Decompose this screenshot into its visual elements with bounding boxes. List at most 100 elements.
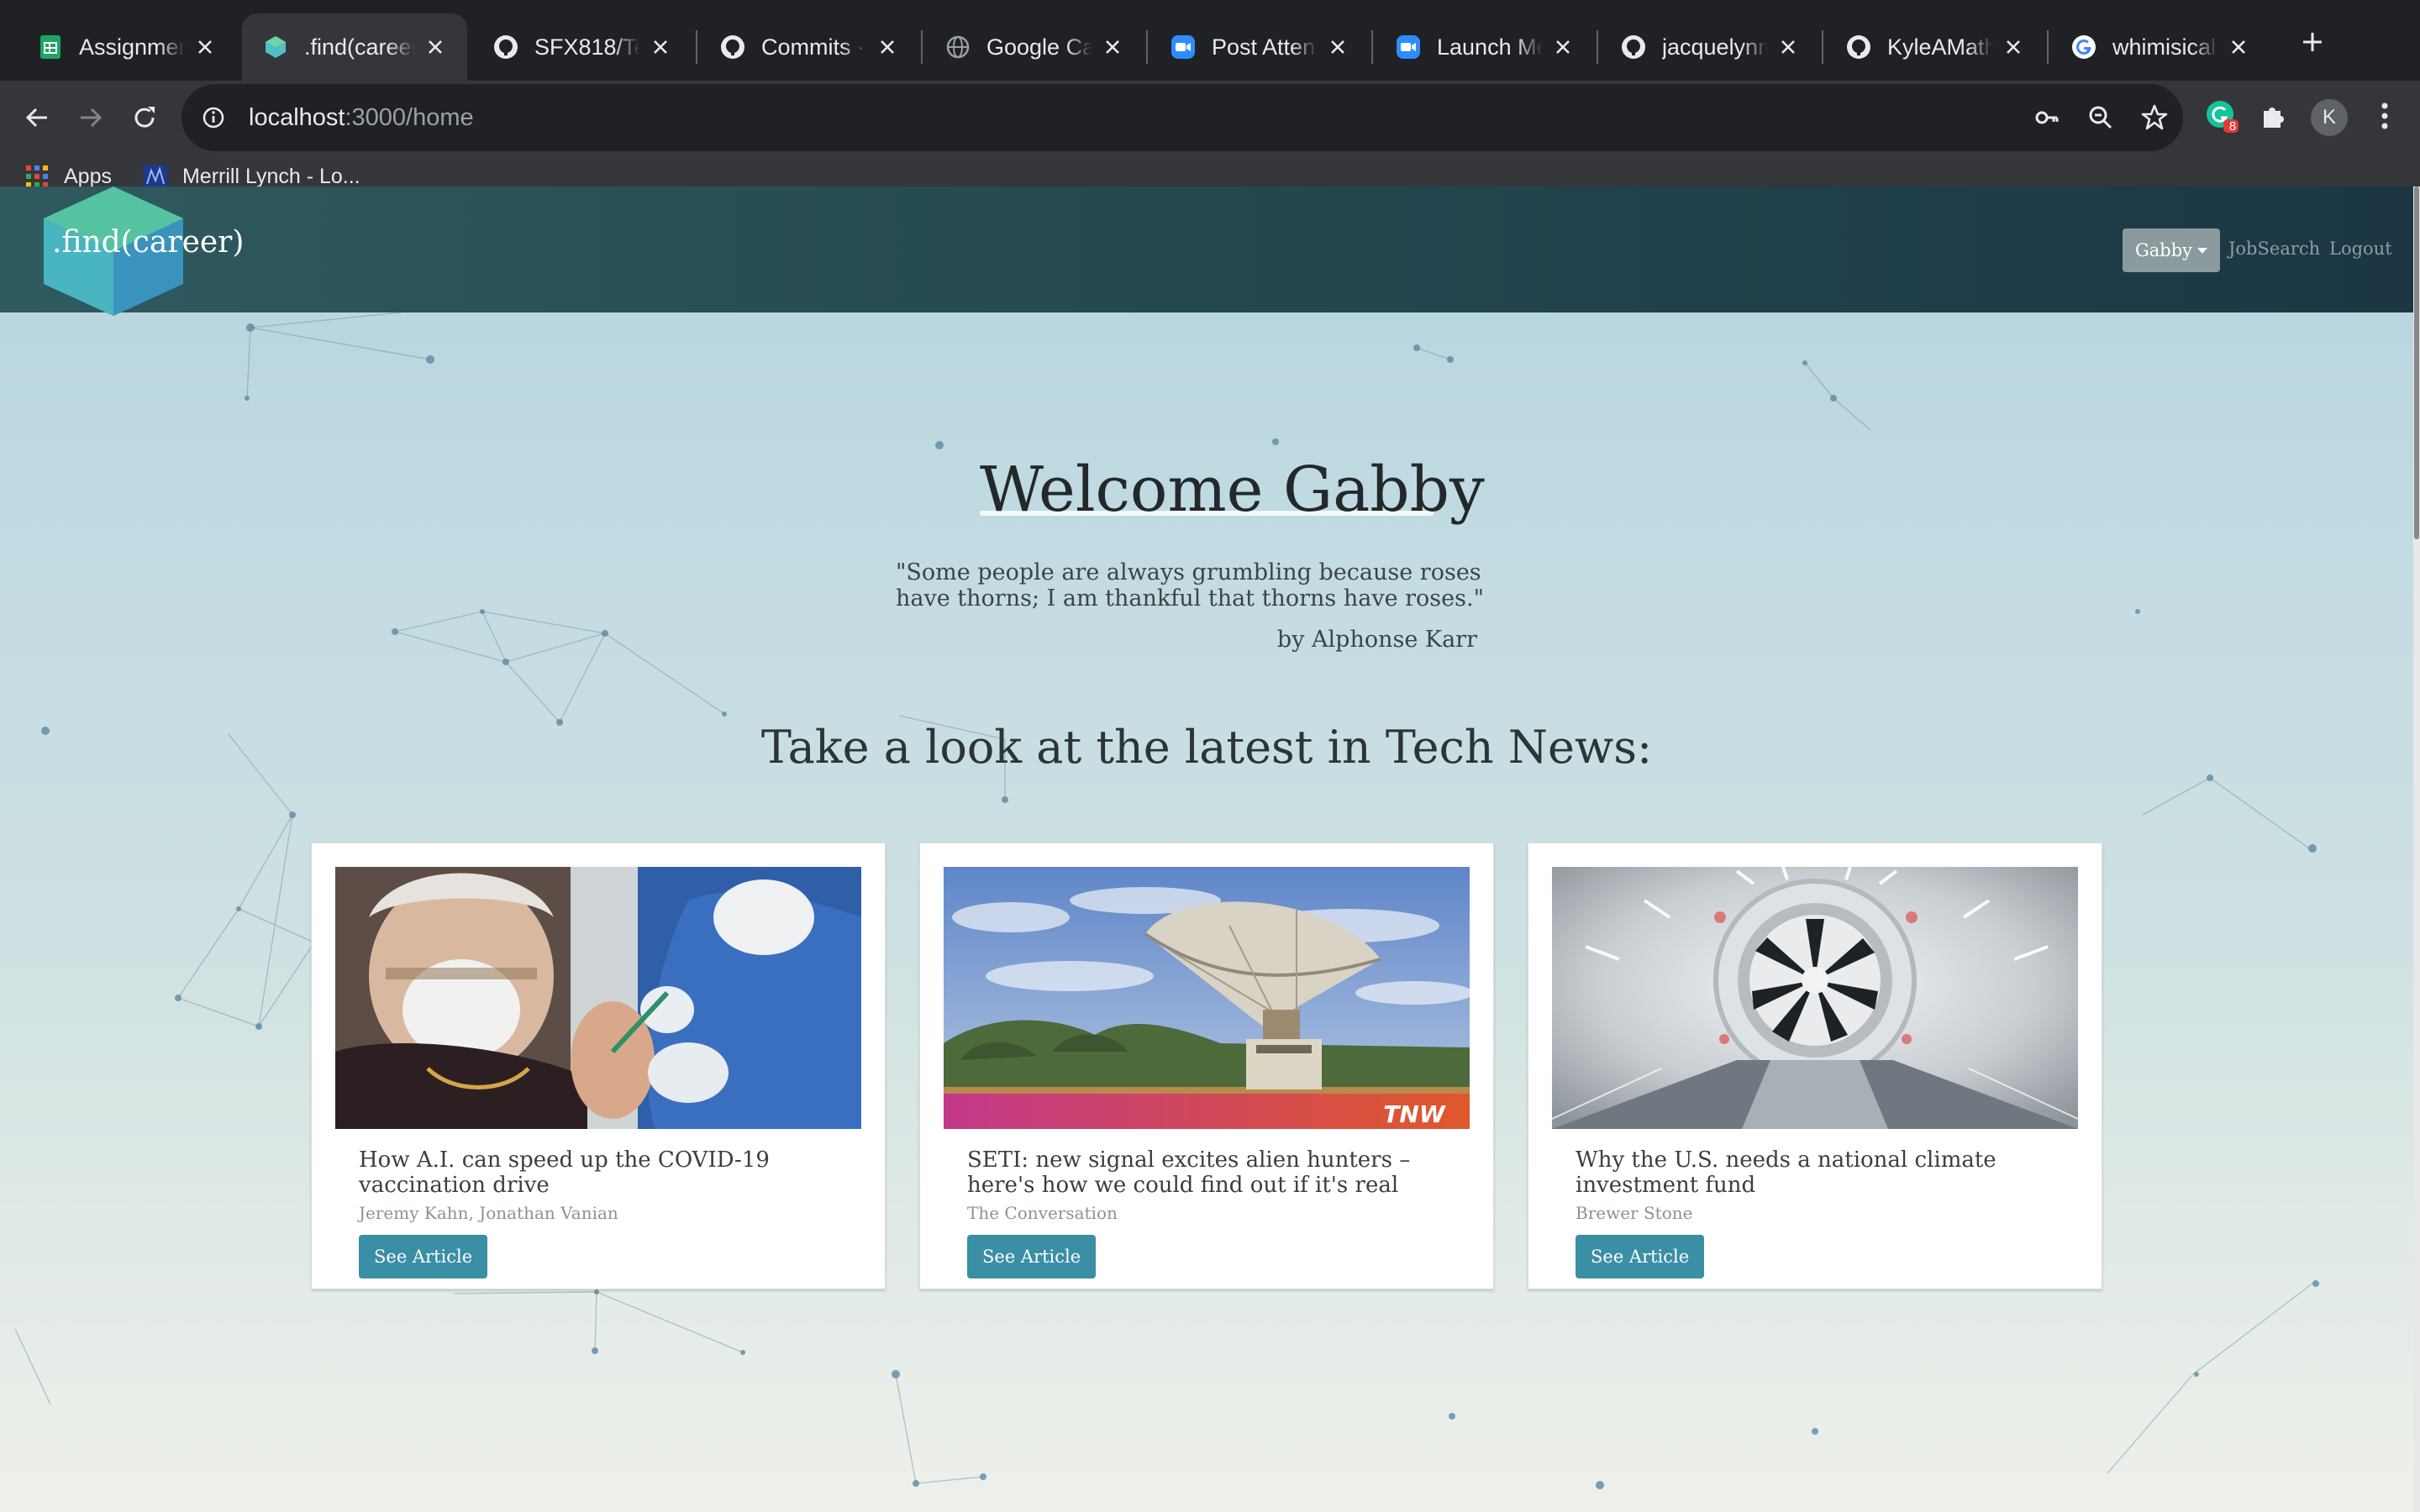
article-card: TNW SETI: new signal excites alien hunte… (919, 843, 1494, 1289)
tab-assignment[interactable]: Assignment (17, 13, 237, 81)
new-tab-button[interactable] (2294, 24, 2331, 60)
article-title[interactable]: How A.I. can speed up the COVID-19 vacci… (359, 1147, 863, 1198)
article-card: How A.I. can speed up the COVID-19 vacci… (311, 843, 886, 1289)
kebab-menu-icon[interactable] (2368, 99, 2402, 133)
jobsearch-link[interactable]: JobSearch (2228, 239, 2320, 259)
logout-link[interactable]: Logout (2329, 239, 2392, 259)
tab-google-calendar[interactable]: Google Cale (924, 13, 1144, 81)
article-image-wind-tunnel[interactable] (1552, 867, 2078, 1129)
article-source: The Conversation (967, 1203, 1118, 1223)
user-dropdown-label: Gabby (2134, 240, 2193, 260)
google-icon (2070, 34, 2097, 60)
page-viewport: .find(career) Gabby JobSearch Logout Wel… (0, 186, 2420, 1512)
extensions-puzzle-icon[interactable] (2257, 99, 2291, 133)
article-title[interactable]: SETI: new signal excites alien hunters –… (967, 1147, 1471, 1198)
bookmark-star-icon[interactable] (2139, 102, 2170, 133)
article-title[interactable]: Why the U.S. needs a national climate in… (1576, 1147, 2080, 1198)
tab-commits[interactable]: Commits · Sl (699, 13, 919, 81)
tab-sfx818[interactable]: SFX818/Tear (472, 13, 692, 81)
tab-title: Commits · Sl (761, 34, 867, 60)
tab-find-career[interactable]: .find(career) (242, 13, 467, 81)
url-text: localhost:3000/home (249, 104, 474, 132)
close-icon[interactable] (193, 35, 217, 59)
tab-title: KyleAMathe (1887, 34, 1993, 60)
bookmark-label: Merrill Lynch - Lo... (182, 164, 360, 188)
grammarly-extension-icon[interactable]: 8 (2205, 99, 2238, 134)
close-icon[interactable] (424, 35, 447, 59)
tnw-watermark: TNW (1383, 1100, 1446, 1128)
browser-toolbar: localhost:3000/home 8 K Apps Merrill Lyn… (0, 81, 2420, 200)
scrollbar-thumb[interactable] (2414, 186, 2419, 539)
tab-separator (1146, 30, 1148, 64)
article-source: Jeremy Kahn, Jonathan Vanian (359, 1203, 618, 1223)
tab-kyleamathe[interactable]: KyleAMathe (1825, 13, 2045, 81)
tech-news-heading: Take a look at the latest in Tech News: (760, 721, 1653, 774)
tab-title: jacquelynma (1662, 34, 1768, 60)
key-icon[interactable] (2032, 102, 2062, 133)
article-image-radio-telescope[interactable]: TNW (944, 867, 1470, 1129)
address-bar[interactable]: localhost:3000/home (182, 84, 2183, 151)
page-scrollbar[interactable] (2413, 186, 2420, 1512)
caret-down-icon (2197, 247, 2208, 254)
github-icon (492, 34, 519, 60)
tab-jacquelynma[interactable]: jacquelynma (1600, 13, 1820, 81)
sheets-icon (37, 34, 64, 60)
zoom-icon (1395, 34, 1422, 60)
close-icon[interactable] (876, 35, 899, 59)
zoom-icon (1170, 34, 1197, 60)
tab-title: .find(career) (304, 34, 415, 60)
tab-launch-meeting[interactable]: Launch Mee (1375, 13, 1595, 81)
url-path: :3000/home (345, 103, 474, 131)
bookmark-label: Apps (64, 164, 112, 188)
see-article-button[interactable]: See Article (359, 1235, 488, 1278)
profile-avatar[interactable]: K (2311, 99, 2348, 136)
github-icon (719, 34, 746, 60)
url-host: localhost (249, 103, 345, 131)
tab-post-attendee[interactable]: Post Attende (1150, 13, 1370, 81)
close-icon[interactable] (1551, 35, 1575, 59)
brand-name[interactable]: .find(career) (52, 225, 244, 260)
reload-button[interactable] (126, 99, 163, 136)
github-icon (1845, 34, 1872, 60)
forward-button[interactable] (72, 99, 109, 136)
close-icon[interactable] (1776, 35, 1800, 59)
tab-separator (696, 30, 697, 64)
tab-title: Google Cale (986, 34, 1092, 60)
close-icon[interactable] (2002, 35, 2025, 59)
close-icon[interactable] (2227, 35, 2250, 59)
extension-badge: 8 (2228, 119, 2237, 134)
see-article-button[interactable]: See Article (967, 1235, 1097, 1278)
tab-title: Post Attende (1212, 34, 1318, 60)
quote-author: by Alphonse Karr (1276, 627, 1477, 653)
tab-title: whimisical - (2112, 34, 2218, 60)
tab-separator (921, 30, 923, 64)
tab-title: Launch Mee (1437, 34, 1543, 60)
info-icon[interactable] (200, 104, 227, 131)
close-icon[interactable] (1101, 35, 1124, 59)
plus-icon (2303, 33, 2322, 51)
welcome-heading: Welcome Gabby (980, 454, 1485, 526)
close-icon[interactable] (649, 35, 672, 59)
close-icon[interactable] (1326, 35, 1349, 59)
tab-strip: Assignment .find(career) SFX818/Tear Com… (0, 0, 2420, 81)
tab-separator (1822, 30, 1823, 64)
tab-whimisical[interactable]: whimisical - (2050, 13, 2270, 81)
tab-separator (1371, 30, 1373, 64)
hexagon-favicon-icon (262, 34, 289, 60)
tab-separator (1597, 30, 1598, 64)
article-source: Brewer Stone (1576, 1203, 1693, 1223)
reload-icon (134, 107, 155, 128)
quote-text: "Some people are always grumbling becaus… (896, 559, 1484, 612)
article-image-vaccination[interactable] (335, 867, 861, 1129)
zoom-magnifier-icon[interactable] (2086, 102, 2116, 133)
article-card: Why the U.S. needs a national climate in… (1528, 843, 2102, 1289)
user-dropdown-button[interactable]: Gabby (2123, 228, 2220, 272)
site-navbar: .find(career) Gabby JobSearch Logout (0, 186, 2413, 316)
see-article-button[interactable]: See Article (1576, 1235, 1705, 1278)
globe-icon (944, 34, 971, 60)
tab-title: SFX818/Tear (534, 34, 640, 60)
tab-title: Assignment (79, 34, 185, 60)
arrow-right-icon (81, 108, 103, 128)
back-button[interactable] (18, 99, 55, 136)
github-icon (1620, 34, 1647, 60)
